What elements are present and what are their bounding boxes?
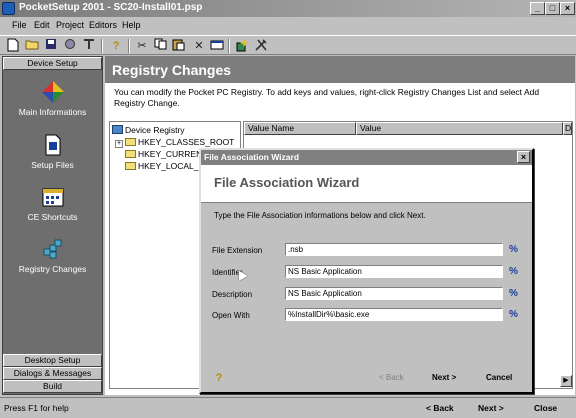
- tree-item[interactable]: HKEY_LOCAL_M: [125, 161, 206, 171]
- settings-icon[interactable]: [253, 38, 269, 54]
- file-icon: [41, 133, 65, 157]
- computer-icon: [112, 125, 123, 134]
- sidebar-item-label: Setup Files: [31, 160, 74, 170]
- sidebar-item-setup-files[interactable]: Setup Files: [3, 133, 102, 170]
- sidebar-header-build[interactable]: Build: [3, 380, 102, 393]
- variable-button[interactable]: %: [509, 288, 518, 299]
- properties-icon[interactable]: [209, 38, 225, 54]
- registry-icon: [41, 237, 65, 261]
- file-extension-field[interactable]: .nsb: [285, 243, 503, 256]
- identifier-field[interactable]: NS Basic Application: [285, 265, 503, 278]
- new-file-icon[interactable]: [5, 38, 21, 54]
- folder-icon: [125, 138, 136, 146]
- close-app-button[interactable]: Close: [534, 403, 557, 413]
- build-icon[interactable]: [62, 38, 78, 54]
- sidebar-item-ce-shortcuts[interactable]: CE Shortcuts: [3, 185, 102, 222]
- dialog-header: File Association Wizard: [201, 165, 532, 203]
- tools-icon[interactable]: [81, 38, 97, 54]
- title-bar: PocketSetup 2001 - SC20-Install01.psp _ …: [0, 0, 576, 17]
- menu-bar: File Edit Project Editors Help: [0, 17, 576, 35]
- delete-icon[interactable]: ✕: [191, 38, 207, 54]
- dialog-title-bar: File Association Wizard ×: [201, 150, 532, 165]
- dialog-cancel-button[interactable]: Cancel: [486, 373, 512, 382]
- expand-icon[interactable]: +: [115, 140, 123, 148]
- shortcut-icon: [41, 185, 65, 209]
- sidebar-header-desktop-setup[interactable]: Desktop Setup: [3, 354, 102, 367]
- open-with-label: Open With: [212, 311, 250, 320]
- back-button[interactable]: < Back: [426, 403, 454, 413]
- column-header-value[interactable]: Value: [356, 122, 563, 135]
- cut-icon[interactable]: ✂: [134, 38, 150, 54]
- sidebar-item-label: CE Shortcuts: [27, 212, 78, 222]
- folder-icon: [125, 162, 136, 170]
- variable-button[interactable]: %: [509, 244, 518, 255]
- next-button[interactable]: Next >: [478, 403, 504, 413]
- sidebar-item-label: Main Informations: [18, 107, 87, 117]
- file-association-dialog: File Association Wizard × File Associati…: [199, 148, 534, 394]
- help-icon[interactable]: ?: [108, 38, 124, 54]
- menu-editors[interactable]: Editors: [89, 20, 117, 30]
- sidebar-item-main-informations[interactable]: Main Informations: [3, 80, 102, 117]
- menu-project[interactable]: Project: [56, 20, 84, 30]
- window-title: PocketSetup 2001 - SC20-Install01.psp: [19, 2, 203, 13]
- sidebar-header-device-setup[interactable]: Device Setup: [3, 57, 102, 70]
- menu-help[interactable]: Help: [122, 20, 141, 30]
- app-icon: [2, 2, 15, 15]
- sidebar-item-label: Registry Changes: [18, 264, 87, 274]
- copy-icon[interactable]: [152, 38, 168, 54]
- dialog-title: File Association Wizard: [204, 152, 300, 162]
- maximize-button[interactable]: □: [545, 2, 560, 15]
- file-extension-label: File Extension: [212, 246, 263, 255]
- save-icon[interactable]: [43, 38, 59, 54]
- description-label: Description: [212, 290, 253, 299]
- column-header-d[interactable]: D: [563, 122, 572, 135]
- help-icon[interactable]: ?: [214, 372, 224, 384]
- variable-button[interactable]: %: [509, 266, 518, 277]
- column-header-value-name[interactable]: Value Name: [244, 122, 356, 135]
- dialog-close-button[interactable]: ×: [517, 151, 530, 163]
- close-button[interactable]: ×: [560, 2, 575, 15]
- dialog-next-button[interactable]: Next >: [432, 373, 456, 382]
- open-with-field[interactable]: %InstallDir%\basic.exe: [285, 308, 503, 321]
- page-description: You can modify the Pocket PC Registry. T…: [114, 87, 540, 108]
- dialog-intro: Type the File Association informations b…: [214, 211, 426, 220]
- paste-icon[interactable]: [170, 38, 186, 54]
- dialog-heading: File Association Wizard: [214, 175, 360, 190]
- page-title: Registry Changes: [112, 62, 232, 78]
- wizard-icon[interactable]: [234, 38, 250, 54]
- sidebar-header-dialogs-messages[interactable]: Dialogs & Messages: [3, 367, 102, 380]
- dialog-back-button[interactable]: < Back: [379, 373, 404, 382]
- folder-icon: [125, 150, 136, 158]
- diamond-icon: [41, 80, 65, 104]
- page-banner: Registry Changes: [105, 56, 575, 83]
- scroll-right-button[interactable]: ▶: [560, 375, 572, 387]
- tree-item[interactable]: + HKEY_CLASSES_ROOT: [115, 137, 234, 148]
- description-field[interactable]: NS Basic Application: [285, 287, 503, 300]
- variable-button[interactable]: %: [509, 309, 518, 320]
- status-text: Press F1 for help: [4, 403, 69, 413]
- tree-root[interactable]: Device Registry: [112, 125, 185, 135]
- open-folder-icon[interactable]: [24, 38, 40, 54]
- menu-edit[interactable]: Edit: [34, 20, 50, 30]
- minimize-button[interactable]: _: [530, 2, 545, 15]
- toolbar: ? ✂ ✕: [0, 35, 576, 55]
- status-bar: Press F1 for help < Back Next > Close: [0, 397, 576, 418]
- sidebar: Device Setup Main Informations Setup Fil…: [2, 56, 103, 395]
- sidebar-item-registry-changes[interactable]: Registry Changes: [3, 237, 102, 274]
- menu-file[interactable]: File: [12, 20, 27, 30]
